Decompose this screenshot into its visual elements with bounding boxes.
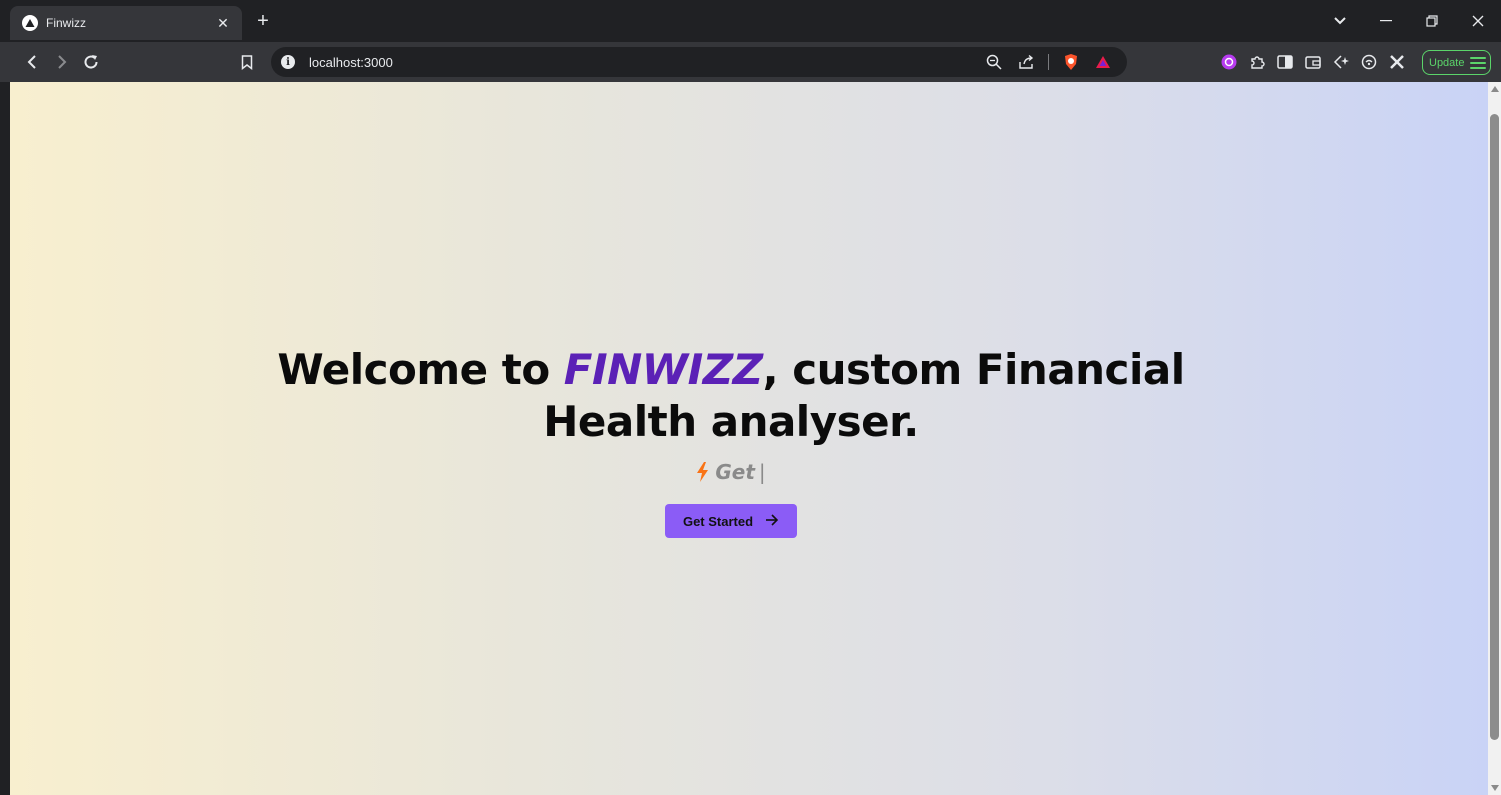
- brand-name: FINWIZZ: [563, 345, 763, 394]
- zoom-icon[interactable]: [984, 52, 1004, 72]
- tab-close-icon[interactable]: ✕: [214, 15, 232, 32]
- tab-search-chevron-icon[interactable]: [1317, 0, 1363, 42]
- extensions-area: [1218, 48, 1408, 76]
- hamburger-menu-icon: [1470, 56, 1486, 69]
- extensions-puzzle-icon[interactable]: [1246, 51, 1268, 73]
- typewriter-line: Get |: [10, 460, 1452, 488]
- arrow-right-icon: [765, 513, 779, 529]
- vertical-scrollbar[interactable]: [1488, 82, 1501, 795]
- brave-shields-icon[interactable]: [1061, 52, 1081, 72]
- window-controls: [1317, 0, 1501, 42]
- get-started-button[interactable]: Get Started: [665, 504, 797, 538]
- omnibox-divider: [1048, 54, 1049, 70]
- browser-toolbar: i localhost:3000 Update: [0, 42, 1501, 82]
- browser-tab[interactable]: Finwizz ✕: [10, 6, 242, 40]
- triangle-favicon-icon: [22, 15, 38, 31]
- hero-title-prefix: Welcome to: [277, 345, 564, 394]
- back-icon[interactable]: [18, 48, 46, 76]
- page-viewport: Welcome to FINWIZZ, custom Financial Hea…: [10, 82, 1488, 795]
- tab-strip: Finwizz ✕ +: [0, 0, 1501, 42]
- share-icon[interactable]: [1016, 52, 1036, 72]
- scroll-up-icon[interactable]: [1491, 86, 1499, 92]
- hero-title-line2: Health analyser.: [543, 397, 919, 446]
- reload-icon[interactable]: [77, 48, 105, 76]
- vpn-shield-icon[interactable]: [1358, 51, 1380, 73]
- hero-section: Welcome to FINWIZZ, custom Financial Hea…: [10, 344, 1452, 538]
- tools-extension-icon[interactable]: [1386, 51, 1408, 73]
- typewriter-text: Get: [715, 460, 755, 484]
- restore-icon[interactable]: [1409, 0, 1455, 42]
- update-label: Update: [1429, 56, 1465, 69]
- brave-rewards-icon[interactable]: [1093, 52, 1113, 72]
- url-text[interactable]: localhost:3000: [309, 55, 984, 70]
- leo-ai-icon[interactable]: [1330, 51, 1352, 73]
- sidebar-icon[interactable]: [1274, 51, 1296, 73]
- typewriter-cursor: |: [758, 460, 766, 484]
- get-started-label: Get Started: [682, 513, 754, 529]
- vpn-extension-icon[interactable]: [1218, 51, 1240, 73]
- new-tab-icon[interactable]: +: [252, 10, 274, 32]
- wallet-icon[interactable]: [1302, 51, 1324, 73]
- hero-title-suffix: , custom Financial: [762, 345, 1185, 394]
- tab-title: Finwizz: [46, 16, 87, 30]
- address-bar[interactable]: i localhost:3000: [271, 47, 1127, 77]
- hero-title: Welcome to FINWIZZ, custom Financial Hea…: [10, 344, 1452, 448]
- minimize-icon[interactable]: [1363, 0, 1409, 42]
- update-button[interactable]: Update: [1422, 50, 1491, 75]
- scroll-down-icon[interactable]: [1491, 785, 1499, 791]
- close-window-icon[interactable]: [1455, 0, 1501, 42]
- site-info-icon[interactable]: i: [281, 55, 295, 69]
- lightning-bolt-icon: [696, 462, 709, 487]
- scrollbar-thumb[interactable]: [1490, 114, 1499, 740]
- bookmark-icon[interactable]: [233, 48, 261, 76]
- forward-icon[interactable]: [48, 48, 76, 76]
